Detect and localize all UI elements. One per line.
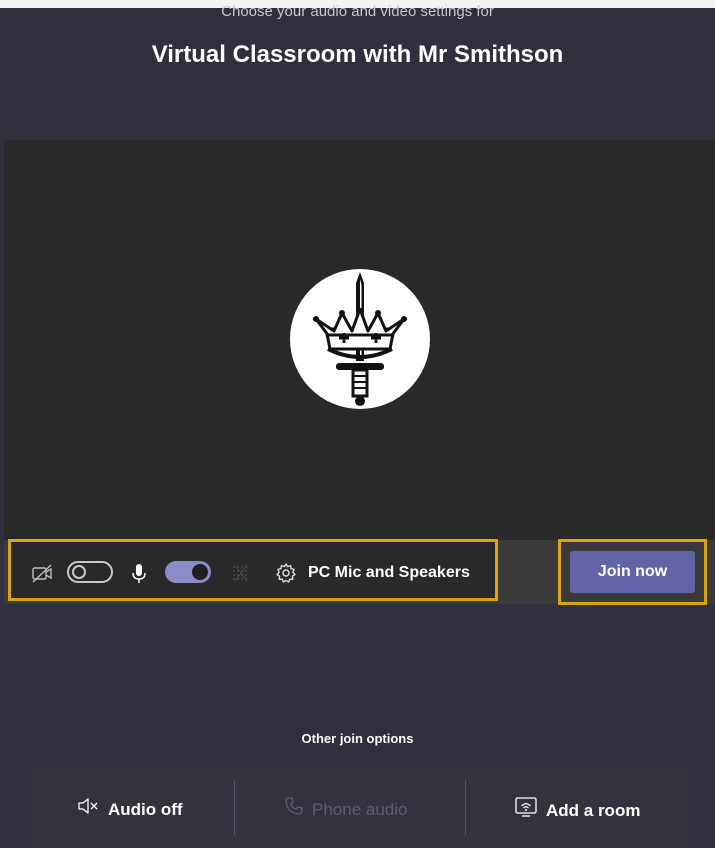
camera-toggle-knob (72, 565, 86, 579)
room-cast-icon (514, 796, 538, 825)
audio-off-label: Audio off (108, 799, 183, 819)
audio-off-option[interactable]: Audio off (76, 796, 183, 823)
options-divider (465, 780, 466, 835)
phone-audio-label: Phone audio (312, 799, 408, 819)
microphone-toggle[interactable] (165, 561, 211, 583)
gear-icon[interactable] (274, 561, 298, 585)
add-a-room-label: Add a room (546, 800, 641, 820)
video-preview (4, 140, 715, 540)
add-a-room-option[interactable]: Add a room (514, 796, 640, 825)
background-blur-icon[interactable] (229, 561, 253, 585)
crowned-sword-crest-icon (313, 272, 407, 406)
speaker-muted-icon (76, 796, 100, 823)
microphone-toggle-knob (192, 564, 208, 580)
microphone-icon[interactable] (128, 561, 150, 585)
options-divider (234, 780, 235, 835)
settings-subtitle: Choose your audio and video settings for (221, 3, 494, 20)
camera-toggle[interactable] (67, 561, 113, 583)
phone-icon (284, 796, 304, 823)
other-join-options-heading: Other join options (301, 731, 414, 746)
join-now-button[interactable]: Join now (570, 551, 695, 593)
phone-audio-option: Phone audio (284, 796, 407, 823)
device-settings-label[interactable]: PC Mic and Speakers (308, 562, 470, 584)
avatar (290, 269, 430, 409)
camera-off-icon[interactable] (30, 561, 54, 585)
meeting-title: Virtual Classroom with Mr Smithson (151, 41, 564, 68)
